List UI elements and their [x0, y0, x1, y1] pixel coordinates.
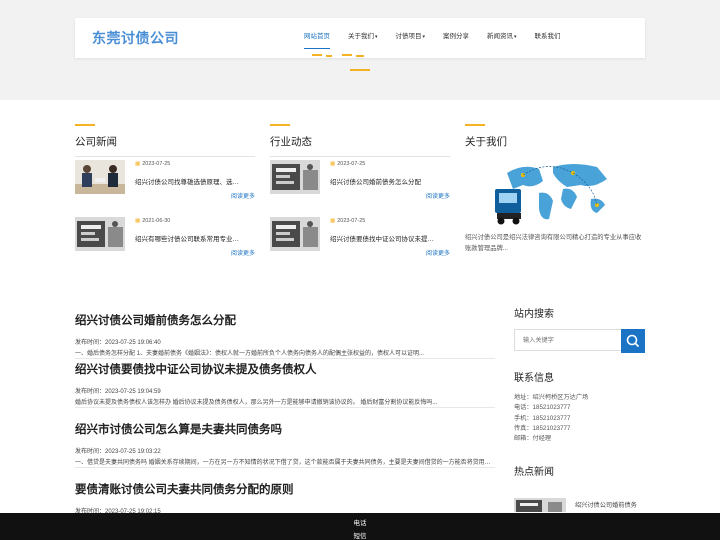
news-thumbnail[interactable]: [270, 217, 320, 251]
nav-about[interactable]: 关于我们▾: [339, 18, 387, 58]
caret-down-icon: ▾: [422, 34, 426, 40]
nav-home[interactable]: 网站首页: [295, 18, 339, 58]
article-title[interactable]: 要债清账讨债公司夫妻共同债务分配的原则: [75, 481, 495, 497]
site-logo[interactable]: 东莞讨债公司: [92, 28, 179, 48]
news-date: ▦ 2023-07-25: [330, 218, 366, 224]
contact-address: 地址：绍兴柯桥区万达广场: [514, 394, 589, 401]
company-news-section: 公司新闻 ▦2023-07-25 绍兴讨债公司找尊雄选债原理、选… 阅读更多: [75, 124, 255, 257]
news-item[interactable]: ▦ 2023-07-25 绍兴讨债公司婚前债务怎么分配 阅读更多: [270, 160, 450, 200]
contact-heading: 联系信息: [514, 373, 554, 384]
mobile-bottom-bar: 电话 短信: [0, 513, 720, 540]
hero-decoration: [312, 54, 372, 59]
article-divider: [75, 407, 495, 408]
hot-news-thumbnail[interactable]: [514, 498, 566, 512]
news-thumbnail[interactable]: [270, 160, 320, 194]
contact-block: 联系信息 地址：绍兴柯桥区万达广场 电话：18521023777 手机：1852…: [514, 369, 645, 443]
article-item[interactable]: 绍兴讨债公司婚前债务怎么分配 发布时间：2023-07-25 19:06:40 …: [75, 312, 495, 359]
section-title: 关于我们: [465, 136, 507, 148]
article-summary: 婚后协议未提及债务债权人该怎样办 婚后协议未提及债务债权人，那么另外一方是能够申…: [75, 400, 438, 406]
article-item[interactable]: 要债清账讨债公司夫妻共同债务分配的原则 发布时间：2023-07-25 19:0…: [75, 481, 495, 515]
article-item[interactable]: 绍兴讨债要债找中证公司协议未提及债务债权人 发布时间：2023-07-25 19…: [75, 361, 495, 408]
section-title: 公司新闻: [75, 136, 117, 148]
calendar-icon: ▦: [135, 161, 141, 167]
sms-link[interactable]: 短信: [0, 530, 720, 540]
caret-down-icon: ▾: [514, 34, 517, 40]
phone-link[interactable]: 电话: [0, 517, 720, 527]
search-icon: [626, 334, 640, 348]
contact-phone: 电话：18521023777: [514, 404, 571, 412]
news-item[interactable]: ▦ 2023-07-25 绍兴讨债要债找中证公司协议未提… 阅读更多: [270, 217, 450, 257]
industry-news-section: 行业动态 ▦ 2023-07-25 绍兴讨债公司婚前债务怎么分配 阅读更多 ▦ …: [270, 124, 450, 257]
calendar-icon: ▦: [135, 218, 141, 224]
article-divider: [75, 467, 495, 468]
read-more-link[interactable]: 阅读更多: [231, 191, 255, 200]
contact-email: 邮箱：付经理: [514, 435, 552, 443]
article-time: 发布时间：2023-07-25 19:04:59: [75, 389, 161, 395]
nav-cases[interactable]: 案例分享: [434, 18, 478, 58]
section-accent-bar: [270, 124, 290, 126]
news-title[interactable]: 绍兴讨债公司婚前债务怎么分配: [330, 176, 450, 186]
news-title[interactable]: 绍兴讨债公司找尊雄选债原理、选…: [135, 176, 255, 186]
nav-projects[interactable]: 讨债项目▾: [387, 18, 435, 58]
contact-fax: 传真：18521023777: [514, 424, 571, 432]
news-item[interactable]: ▦ 2023-07-25 绍兴讨债公司找尊雄选债原理、选… 阅读更多: [75, 160, 255, 200]
caret-down-icon: ▾: [375, 34, 378, 40]
section-accent-bar: [75, 124, 95, 126]
nav-contact[interactable]: 联系我们: [526, 18, 570, 58]
news-date: ▦ 2023-07-25: [135, 161, 171, 167]
section-divider: [75, 156, 255, 157]
news-thumbnail[interactable]: [75, 160, 125, 194]
about-section: 关于我们 绍兴讨债公司是绍兴法律咨询有限公司精心打造的专业从事应收账款管理品牌.…: [465, 124, 645, 252]
calendar-icon: ▦: [330, 161, 336, 167]
article-divider: [75, 358, 495, 359]
contact-mobile: 手机：18521023777: [514, 414, 571, 422]
news-title[interactable]: 绍兴有哪些讨债公司联系常用专业…: [135, 233, 255, 243]
section-divider: [270, 156, 450, 157]
read-more-link[interactable]: 阅读更多: [426, 248, 450, 257]
about-description: 绍兴讨债公司是绍兴法律咨询有限公司精心打造的专业从事应收账款管理品牌...: [465, 234, 642, 252]
news-item[interactable]: ▦ 2021-06-30 绍兴有哪些讨债公司联系常用专业… 阅读更多: [75, 217, 255, 257]
contact-lines: 地址：绍兴柯桥区万达广场 电话：18521023777 手机：185210237…: [514, 392, 645, 443]
news-date: ▦ 2021-06-30: [135, 218, 171, 224]
main-menu: 网站首页 关于我们▾ 讨债项目▾ 案例分享 新闻资讯▾ 联系我们: [295, 18, 570, 58]
news-title[interactable]: 绍兴讨债要债找中证公司协议未提…: [330, 233, 450, 243]
article-title[interactable]: 绍兴讨债要债找中证公司协议未提及债务债权人: [75, 361, 495, 377]
sidebar: 站内搜索 联系信息 地址：绍兴柯桥区万达广场 电话：18521023777 手机…: [514, 305, 645, 512]
article-title[interactable]: 绍兴市讨债公司怎么算是夫妻共同债务吗: [75, 421, 495, 437]
logistics-world-map-image: [493, 159, 617, 227]
article-title[interactable]: 绍兴讨债公司婚前债务怎么分配: [75, 312, 495, 328]
news-thumbnail[interactable]: [75, 217, 125, 251]
search-heading: 站内搜索: [514, 309, 554, 320]
hot-news-heading: 热点新闻: [514, 467, 554, 478]
article-time: 发布时间：2023-07-25 19:06:40: [75, 340, 161, 346]
article-time: 发布时间：2023-07-25 19:03:22: [75, 449, 161, 455]
read-more-link[interactable]: 阅读更多: [231, 248, 255, 257]
article-summary: 一、借贷是夫妻共同债务吗 婚姻关系存续期间，一方在另一方不知情的状况下借了贷，这…: [75, 460, 495, 466]
news-date: ▦ 2023-07-25: [330, 161, 366, 167]
calendar-icon: ▦: [330, 218, 336, 224]
hero-accent-line: [350, 69, 370, 71]
search-input[interactable]: [514, 329, 622, 351]
read-more-link[interactable]: 阅读更多: [426, 191, 450, 200]
article-item[interactable]: 绍兴市讨债公司怎么算是夫妻共同债务吗 发布时间：2023-07-25 19:03…: [75, 421, 495, 468]
top-navbar: 东莞讨债公司 网站首页 关于我们▾ 讨债项目▾ 案例分享 新闻资讯▾ 联系我们: [75, 18, 645, 58]
search-button[interactable]: [621, 329, 645, 353]
nav-news[interactable]: 新闻资讯▾: [478, 18, 526, 58]
hot-news-title[interactable]: 绍兴讨债公司婚前债务: [575, 500, 645, 509]
section-accent-bar: [465, 124, 485, 126]
article-summary: 一、婚后债务怎样分配 1、夫妻婚前债务《婚姻法》：债权人就一方婚前所负个人债务向…: [75, 351, 425, 357]
section-title: 行业动态: [270, 136, 312, 148]
